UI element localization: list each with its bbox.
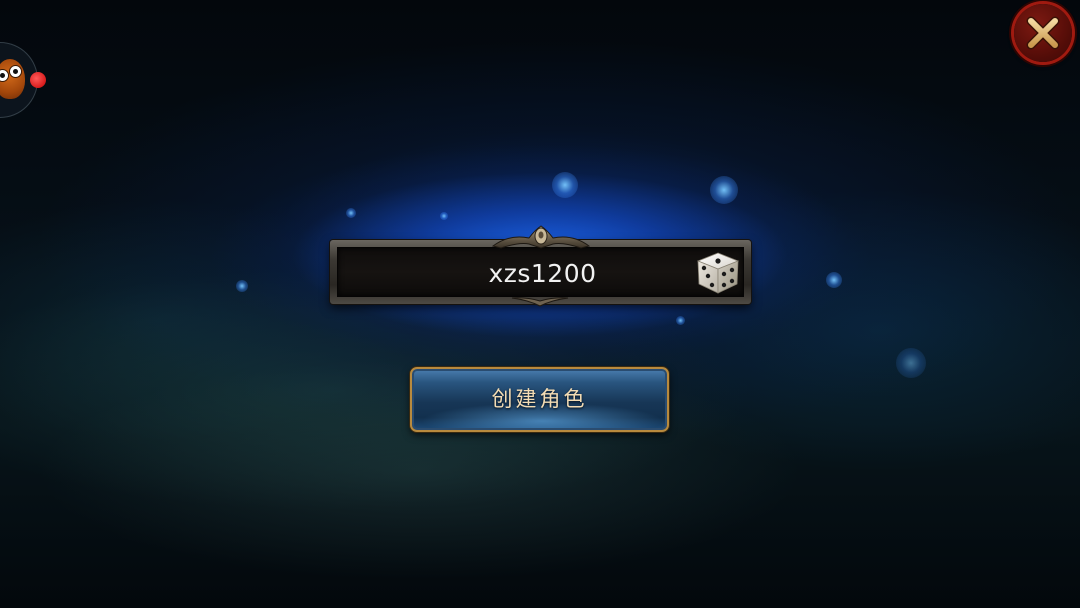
- glow-sparkle: [676, 316, 685, 325]
- glow-sparkle: [236, 280, 248, 292]
- glow-sparkle: [346, 208, 356, 218]
- notification-dot: [30, 72, 46, 88]
- close-button[interactable]: [1014, 4, 1072, 62]
- frame-crest-ornament: [491, 225, 591, 249]
- glow-sparkle: [826, 272, 842, 288]
- glow-sparkle: [896, 348, 926, 378]
- monster-avatar-icon: [0, 59, 25, 99]
- close-x-icon: [1026, 16, 1060, 50]
- glow-sparkle: [710, 176, 738, 204]
- character-name-input[interactable]: [338, 248, 747, 298]
- game-screen: 创建角色: [0, 0, 1080, 608]
- glow-sparkle: [552, 172, 578, 198]
- dice-icon[interactable]: [694, 250, 742, 296]
- create-character-label: 创建角色: [491, 387, 588, 411]
- frame-bottom-ornament: [511, 297, 569, 307]
- character-name-field-background: [337, 247, 747, 298]
- create-character-button[interactable]: 创建角色: [410, 367, 669, 432]
- glow-sparkle: [440, 212, 448, 220]
